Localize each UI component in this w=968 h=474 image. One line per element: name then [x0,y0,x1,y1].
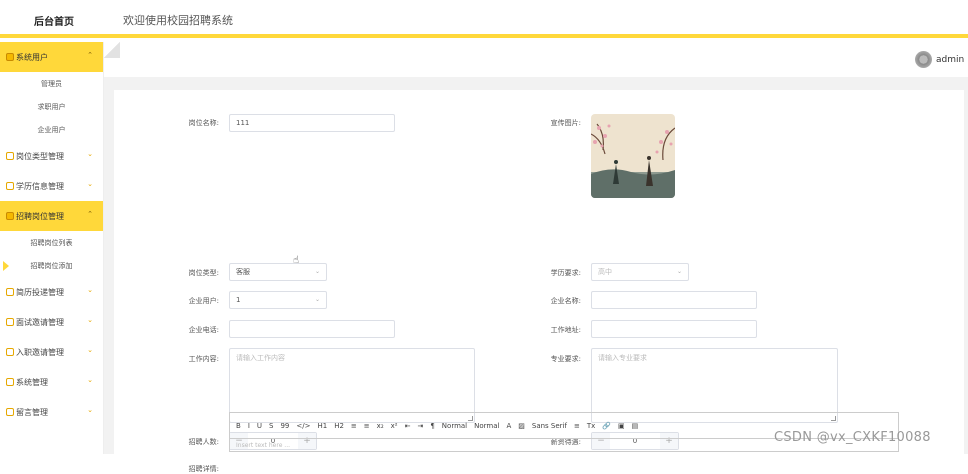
sidebar-item-messages[interactable]: 留言管理 ⌄ [0,397,103,427]
chevron-down-icon: ⌄ [87,180,93,188]
sidebar-item-recruitment[interactable]: 招聘岗位管理 ⌃ [0,201,103,231]
folder-icon [6,348,14,356]
superscript-button[interactable]: x² [391,422,398,430]
italic-button[interactable]: I [248,422,250,430]
company-phone-label: 企业电话: [188,326,219,334]
sidebar-sub-position-list[interactable]: 招聘岗位列表 [0,231,103,254]
welcome-text: 欢迎使用校园招聘系统 [123,14,233,27]
folder-icon [6,318,14,326]
clear-format-icon[interactable]: Tx [587,422,595,430]
folder-icon [6,288,14,296]
details-label: 招聘详情: [188,465,219,473]
chevron-up-icon: ⌃ [87,51,93,59]
ordered-list-icon[interactable]: ≡ [351,422,357,430]
sidebar-item-position-types[interactable]: 岗位类型管理 ⌄ [0,141,103,171]
sidebar-item-system-users[interactable]: 系统用户 ⌃ [0,42,103,72]
sidebar-item-system[interactable]: 系统管理 ⌄ [0,367,103,397]
user-icon [6,53,14,61]
company-name-input[interactable] [591,291,757,309]
image-icon[interactable]: ▣ [618,422,625,430]
job-content-label: 工作内容: [188,355,219,363]
link-icon[interactable]: 🔗 [602,422,611,430]
folder-icon [6,182,14,190]
align-icon[interactable]: ≡ [574,422,580,430]
chevron-down-icon: ⌄ [87,346,93,354]
chevron-up-icon: ⌃ [87,210,93,218]
chevron-down-icon: ⌄ [87,286,93,294]
promo-image-label: 宣传图片: [550,119,581,127]
chevron-down-icon: ⌄ [87,406,93,414]
content-area: admin 岗位名称: 111 宣传图片: 岗位类型: 客服 ⌄ 学历要求: 高… [104,42,968,473]
company-phone-input[interactable] [229,320,395,338]
strike-button[interactable]: S [269,422,273,430]
position-type-select[interactable]: 客服 ⌄ [229,263,327,281]
bold-button[interactable]: B [236,422,241,430]
position-name-input[interactable]: 111 [229,114,395,132]
headcount-label: 招聘人数: [188,438,219,446]
sidebar-item-education[interactable]: 学历信息管理 ⌄ [0,171,103,201]
editor-placeholder: Insert text here ... [236,442,291,449]
work-address-input[interactable] [591,320,757,338]
promo-image[interactable] [591,114,675,198]
folder-icon [6,152,14,160]
sidebar-sub-admin[interactable]: 管理员 [0,72,103,95]
company-name-label: 企业名称: [550,297,581,305]
direction-icon[interactable]: ¶ [430,422,434,430]
chevron-down-icon: ⌄ [314,296,320,303]
top-header: 后台首页 欢迎使用校园招聘系统 [0,0,968,38]
hand-cursor-icon: ☝ [293,255,300,266]
chevron-down-icon: ⌄ [87,150,93,158]
position-name-label: 岗位名称: [188,119,219,127]
education-select[interactable]: 高中 ⌄ [591,263,689,281]
chevron-down-icon: ⌄ [87,376,93,384]
home-link[interactable]: 后台首页 [34,13,74,28]
form-panel: 岗位名称: 111 宣传图片: 岗位类型: 客服 ⌄ 学历要求: 高中 ⌄ 企业… [114,90,964,473]
background-color-icon[interactable]: ▨ [518,422,525,430]
header-select[interactable]: Normal [474,422,499,430]
current-indicator-icon [3,261,9,271]
video-icon[interactable]: ▤ [632,422,639,430]
sidebar-item-resume[interactable]: 简历投递管理 ⌄ [0,277,103,307]
bullet-list-icon[interactable]: ≡ [364,422,370,430]
indent-icon[interactable]: ⇥ [417,422,423,430]
position-type-label: 岗位类型: [188,269,219,277]
chevron-down-icon: ⌄ [87,316,93,324]
folder-icon [6,212,14,220]
user-bar: admin [104,42,968,77]
h2-button[interactable]: H2 [334,422,344,430]
major-req-label: 专业要求: [550,355,581,363]
h1-button[interactable]: H1 [317,422,327,430]
avatar[interactable] [915,51,932,68]
work-address-label: 工作地址: [550,326,581,334]
sidebar-sub-position-add[interactable]: 招聘岗位添加 [0,254,103,277]
sidebar-sub-jobseeker[interactable]: 求职用户 [0,95,103,118]
watermark: CSDN @vx_CXKF10088 [774,430,931,445]
underline-button[interactable]: U [257,422,262,430]
folder-icon [6,378,14,386]
sidebar-item-interview[interactable]: 面试邀请管理 ⌄ [0,307,103,337]
quote-button[interactable]: 99 [280,422,289,430]
code-button[interactable]: </> [296,422,310,430]
username[interactable]: admin [936,55,964,65]
fold-corner-icon [104,42,120,58]
font-select[interactable]: Sans Serif [532,422,567,430]
folder-icon [6,408,14,416]
company-user-label: 企业用户: [188,297,219,305]
font-color-icon[interactable]: A [506,422,511,430]
company-user-select[interactable]: 1 ⌄ [229,291,327,309]
size-select[interactable]: Normal [442,422,467,430]
subscript-button[interactable]: x₂ [377,422,384,430]
education-label: 学历要求: [550,269,581,277]
chevron-down-icon: ⌄ [676,268,682,275]
sidebar: 系统用户 ⌃ 管理员 求职用户 企业用户 岗位类型管理 ⌄ 学历信息管理 ⌄ 招… [0,42,104,454]
sidebar-sub-company-user[interactable]: 企业用户 [0,118,103,141]
chevron-down-icon: ⌄ [314,268,320,275]
sidebar-item-onboarding[interactable]: 入职邀请管理 ⌄ [0,337,103,367]
outdent-icon[interactable]: ⇤ [405,422,411,430]
